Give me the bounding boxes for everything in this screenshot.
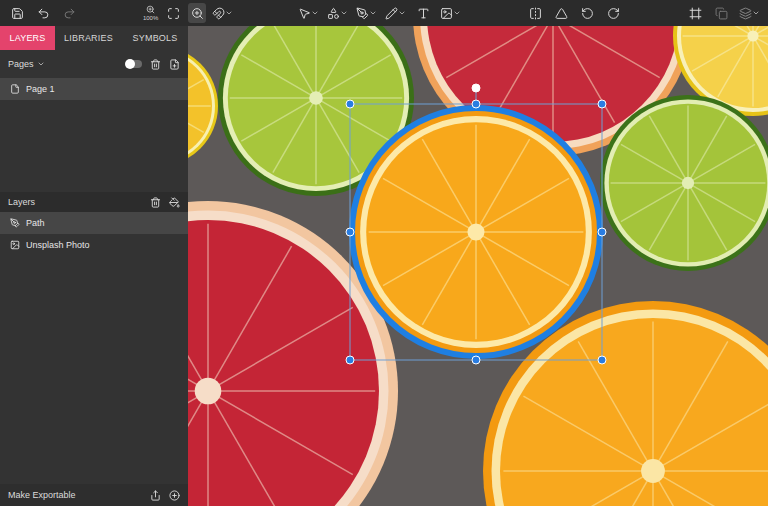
- lime-right: [600, 95, 768, 271]
- layer-row[interactable]: Unsplash Photo: [0, 234, 188, 256]
- pencil-icon[interactable]: [385, 3, 406, 23]
- text-icon[interactable]: [414, 3, 432, 23]
- undo-icon[interactable]: [34, 3, 52, 23]
- tab[interactable]: LIBRARIES: [55, 26, 122, 50]
- zoom-level: 100%: [143, 15, 158, 21]
- flip-icon[interactable]: [526, 3, 544, 23]
- path-icon: [10, 218, 20, 228]
- selection-handle[interactable]: [346, 356, 354, 364]
- tab[interactable]: SYMBOLS: [122, 26, 188, 50]
- page-row[interactable]: Page 1: [0, 78, 188, 100]
- triangle-icon[interactable]: [552, 3, 570, 23]
- layers-title: Layers: [8, 197, 142, 207]
- selection-handle[interactable]: [472, 356, 480, 364]
- shapes-icon[interactable]: [327, 3, 348, 23]
- save-icon[interactable]: [8, 3, 26, 23]
- pages-toggle[interactable]: [126, 60, 142, 68]
- rotate-left-icon[interactable]: [578, 3, 596, 23]
- image-icon: [10, 240, 20, 250]
- page-icon: [10, 84, 20, 94]
- layers-header: Layers: [0, 192, 188, 212]
- app-window: 100% LAYERSLIBRARIESSYMBOLS Pages Page 1 Lay…: [0, 0, 768, 506]
- selection-handle[interactable]: [346, 228, 354, 236]
- export-icon[interactable]: [150, 490, 161, 501]
- rotate-right-icon[interactable]: [604, 3, 622, 23]
- toolbar: 100%: [0, 0, 768, 26]
- fill-icon[interactable]: [169, 197, 180, 208]
- pages-header: Pages: [0, 54, 188, 74]
- zoom-icon: [146, 5, 155, 14]
- photo: [188, 26, 768, 506]
- image-icon[interactable]: [440, 3, 461, 23]
- selection-handle[interactable]: [598, 228, 606, 236]
- canvas[interactable]: [188, 26, 768, 506]
- orange-center: [354, 110, 598, 354]
- sidebar: LAYERSLIBRARIESSYMBOLS Pages Page 1 Layers P…: [0, 26, 188, 506]
- selection-box[interactable]: [350, 104, 602, 360]
- footer: Make Exportable: [0, 484, 188, 506]
- zoom-tool-icon[interactable]: [188, 3, 206, 23]
- trash-icon[interactable]: [150, 197, 161, 208]
- pen-icon[interactable]: [356, 3, 377, 23]
- pages-title[interactable]: Pages: [8, 59, 118, 69]
- selection-handle[interactable]: [472, 100, 480, 108]
- layers-section: Layers PathUnsplash Photo: [0, 192, 188, 484]
- fit-icon[interactable]: [164, 3, 182, 23]
- selection-handle[interactable]: [598, 100, 606, 108]
- path-outline[interactable]: [352, 108, 600, 356]
- selection-handle[interactable]: [598, 356, 606, 364]
- layer-row[interactable]: Path: [0, 212, 188, 234]
- tab[interactable]: LAYERS: [0, 26, 55, 50]
- trash-icon[interactable]: [150, 59, 161, 70]
- layers-icon[interactable]: [739, 3, 760, 23]
- selection-handle[interactable]: [346, 100, 354, 108]
- pointer-icon[interactable]: [298, 3, 319, 23]
- tab-bar: LAYERSLIBRARIESSYMBOLS: [0, 26, 188, 50]
- frame-icon[interactable]: [687, 3, 705, 23]
- add-page-icon[interactable]: [169, 59, 180, 70]
- copy-icon[interactable]: [713, 3, 731, 23]
- lemon-left: [188, 46, 218, 166]
- redo-icon[interactable]: [60, 3, 78, 23]
- magnet-icon[interactable]: [212, 3, 233, 23]
- pages-section: Pages Page 1: [0, 50, 188, 192]
- add-icon[interactable]: [169, 490, 180, 501]
- selection-handle[interactable]: [472, 84, 480, 92]
- zoom-control[interactable]: 100%: [143, 5, 158, 21]
- make-exportable[interactable]: Make Exportable: [8, 490, 142, 500]
